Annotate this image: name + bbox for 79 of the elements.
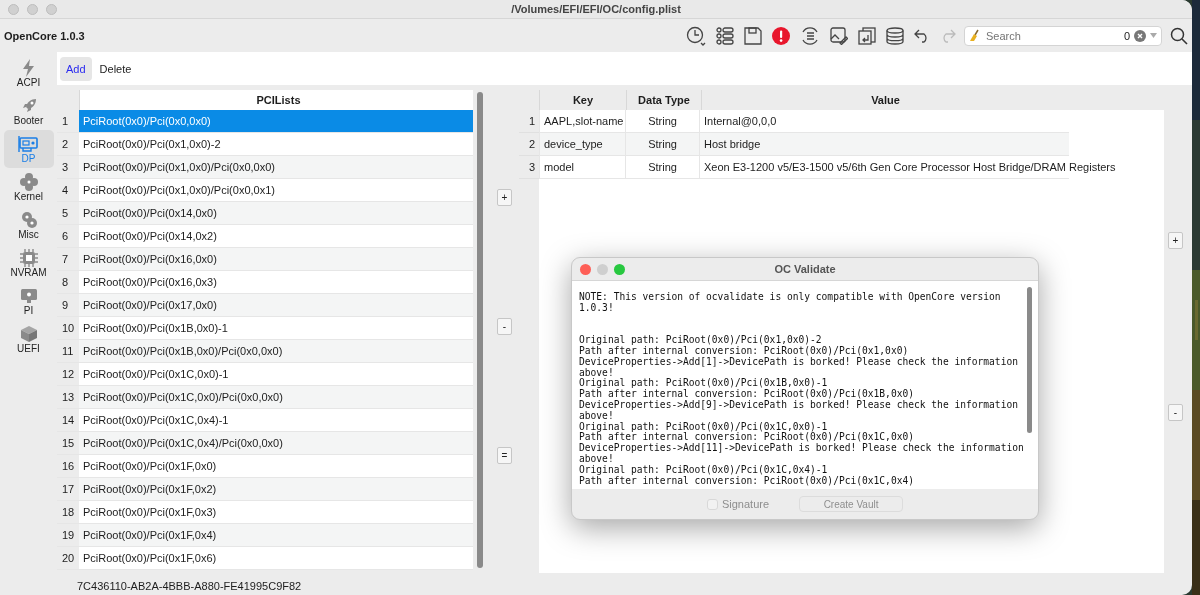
tab[interactable]: Add	[60, 56, 92, 81]
app-version-label: OpenCore 1.0.3	[4, 29, 86, 42]
sidebar-item[interactable]: ACPI	[3, 54, 54, 92]
pci-path-cell[interactable]: PciRoot(0x0)/Pci(0x1,0x0)/Pci(0x0,0x0)	[79, 156, 473, 178]
pci-path-cell[interactable]: PciRoot(0x0)/Pci(0x1B,0x0)/Pci(0x0,0x0)	[79, 340, 473, 362]
monitor-icon	[19, 286, 38, 305]
pci-path-cell[interactable]: PciRoot(0x0)/Pci(0x1F,0x4)	[79, 524, 473, 546]
sidebar-item[interactable]: Kernel	[3, 168, 54, 206]
column-header: PCILists	[79, 90, 473, 110]
list-icon[interactable]	[716, 26, 734, 45]
pci-path-cell[interactable]: PciRoot(0x0)/Pci(0x16,0x3)	[79, 271, 473, 293]
pci-path-cell[interactable]: PciRoot(0x0)/Pci(0x1,0x0)-2	[79, 133, 473, 155]
sidebar-item[interactable]: Misc	[3, 206, 54, 244]
key-cell[interactable]: device_type	[539, 133, 625, 155]
pci-path-cell[interactable]: PciRoot(0x0)/Pci(0x16,0x0)	[79, 248, 473, 270]
search-input[interactable]: Search	[986, 29, 1120, 42]
scrollbar-thumb[interactable]	[1027, 287, 1032, 433]
property-button[interactable]: -	[1168, 404, 1183, 421]
key-cell[interactable]: AAPL,slot-name	[539, 110, 625, 132]
row-number: 3	[519, 156, 539, 179]
clear-icon[interactable]	[1134, 29, 1146, 42]
value-cell[interactable]: Host bridge	[699, 133, 1069, 155]
key-cell[interactable]: model	[539, 156, 625, 178]
pci-path-cell[interactable]: PciRoot(0x0)/Pci(0x1F,0x6)	[79, 547, 473, 569]
match-count: 0	[1123, 29, 1130, 42]
pci-path-cell[interactable]: PciRoot(0x0)/Pci(0x1C,0x0)-1	[79, 363, 473, 385]
sidebar-item[interactable]: Booter	[3, 92, 54, 130]
pci-path-cell[interactable]: PciRoot(0x0)/Pci(0x1F,0x3)	[79, 501, 473, 523]
search-icon[interactable]	[1170, 26, 1188, 45]
sidebar-item[interactable]: UEFI	[3, 320, 54, 358]
pci-path-cell[interactable]: PciRoot(0x0)/Pci(0x0,0x0)	[79, 110, 473, 132]
image-edit-icon[interactable]	[830, 26, 848, 45]
dropdown-caret-icon[interactable]	[1150, 33, 1157, 38]
type-cell[interactable]: String	[625, 133, 699, 155]
close-window-button[interactable]	[580, 263, 591, 275]
refresh-list-icon[interactable]	[800, 26, 820, 45]
pci-path-cell[interactable]: PciRoot(0x0)/Pci(0x1F,0x2)	[79, 478, 473, 500]
row-number: 2	[519, 133, 539, 156]
pci-path-cell[interactable]: PciRoot(0x0)/Pci(0x17,0x0)	[79, 294, 473, 316]
pci-path-cell[interactable]: PciRoot(0x0)/Pci(0x1F,0x0)	[79, 455, 473, 477]
validation-note: NOTE: This version of ocvalidate is only compatible with OpenCore version 1.0.3!	[578, 292, 1001, 314]
list-button[interactable]: +	[497, 189, 512, 206]
pci-path-cell[interactable]: PciRoot(0x0)/Pci(0x1,0x0)/Pci(0x0,0x1)	[79, 179, 473, 201]
type-cell[interactable]: String	[625, 110, 699, 132]
clover-icon	[19, 172, 38, 191]
gears-icon	[19, 210, 38, 229]
pci-path-cell[interactable]: PciRoot(0x0)/Pci(0x14,0x2)	[79, 225, 473, 247]
card-icon	[17, 134, 40, 153]
import-icon[interactable]	[858, 26, 876, 45]
pci-path-cell[interactable]: PciRoot(0x0)/Pci(0x1C,0x0)/Pci(0x0,0x0)	[79, 386, 473, 408]
sidebar-item[interactable]: NVRAM	[3, 244, 54, 282]
pci-path-cell[interactable]: PciRoot(0x0)/Pci(0x1C,0x4)-1	[79, 409, 473, 431]
type-cell[interactable]: String	[625, 156, 699, 178]
list-button[interactable]: -	[497, 318, 512, 335]
dialog-title: OC Validate	[774, 263, 836, 275]
value-cell[interactable]: Xeon E3-1200 v5/E3-1500 v5/6th Gen Core Processor Host Bridge/DRAM Registers	[699, 156, 1116, 178]
pci-path-cell[interactable]: PciRoot(0x0)/Pci(0x1C,0x4)/Pci(0x0,0x0)	[79, 432, 473, 454]
property-button[interactable]: +	[1168, 232, 1183, 249]
database-icon[interactable]	[886, 26, 904, 45]
window-title: /Volumes/EFI/EFI/OC/config.plist	[511, 3, 681, 15]
search-bar[interactable]: Search 0	[964, 25, 1162, 46]
tab[interactable]: Delete	[93, 56, 138, 81]
scrollbar-thumb[interactable]	[477, 92, 483, 568]
error-icon[interactable]	[772, 26, 790, 45]
save-icon[interactable]	[744, 26, 762, 45]
sidebar-item[interactable]: PI	[3, 282, 54, 320]
undo-icon[interactable]	[914, 28, 930, 43]
status-text: 7C436110-AB2A-4BBB-A880-FE41995C9F82	[77, 580, 302, 592]
chip-icon	[19, 248, 38, 267]
row-number: 1	[519, 110, 539, 133]
broom-icon	[969, 29, 982, 42]
value-cell[interactable]: Internal@0,0,0	[699, 110, 1069, 132]
history-icon[interactable]	[686, 25, 706, 46]
list-button[interactable]: =	[497, 447, 512, 464]
pci-path-cell[interactable]: PciRoot(0x0)/Pci(0x1B,0x0)-1	[79, 317, 473, 339]
bolt-icon	[20, 58, 37, 77]
pci-path-cell[interactable]: PciRoot(0x0)/Pci(0x14,0x0)	[79, 202, 473, 224]
cube-icon	[19, 324, 38, 343]
validation-output: Original path: PciRoot(0x0)/Pci(0x1,0x0)-2 Path after internal conversion: PciRoot(0x0)/Pci(0x1,0x0) DeviceProperties->Add[1]->DevicePath is borked! Please check the information above! Original path: PciRoot(0x0)/Pci(0x1B,0x0)-1 Path after internal conversion: PciRoot(0x0)/Pci(0x1B,0x0) DeviceProperties->Add[9]->DevicePath is borked! Please check the information above! Original path: PciRoot(0x0)/Pci(0x1C,0x0)-1 Path after internal conversion: PciRoot(0x0)/Pci(0x1C,0x0) DeviceProperties->Add[11]->DevicePath is borked! Please check the information above! Original path: PciRoot(0x0)/Pci(0x1C,0x4)-1 Path after internal conversion: PciRoot(0x0)/Pci(0x1C,0x4)	[578, 335, 1023, 487]
